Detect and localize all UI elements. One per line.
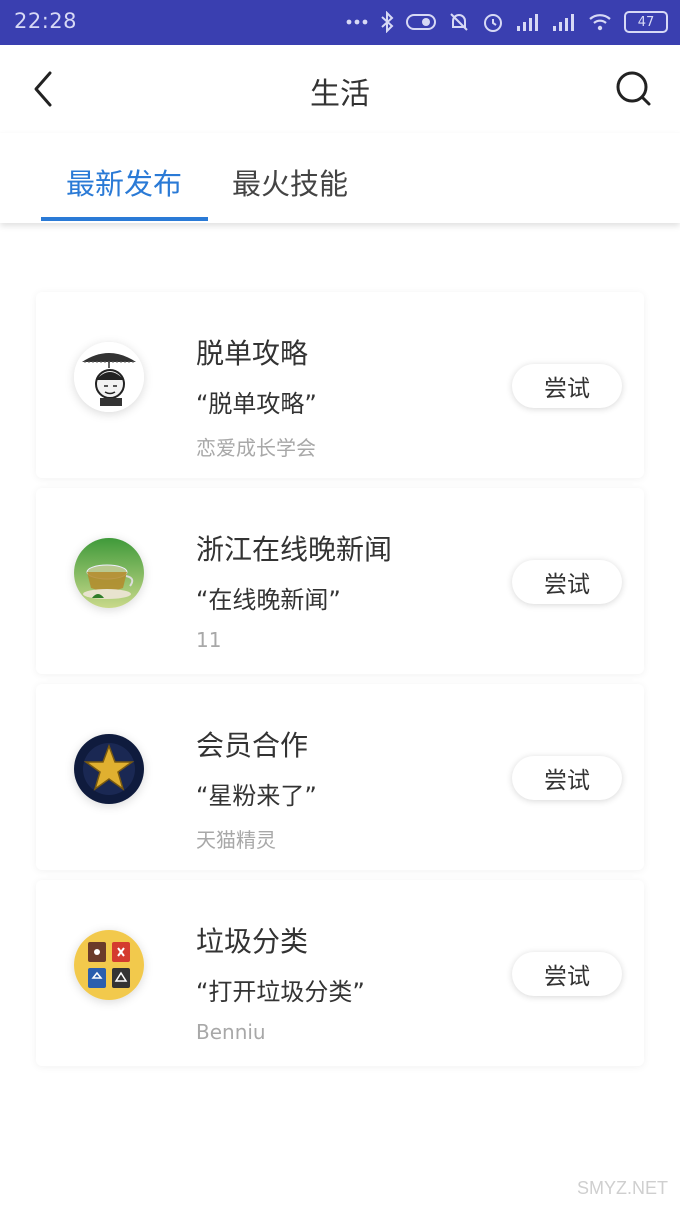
tab-latest[interactable]: 最新发布 (66, 161, 182, 203)
list-item[interactable]: 会员合作 “星粉来了” 天猫精灵 尝试 (36, 684, 644, 870)
meme-face-icon (74, 342, 144, 412)
skill-avatar (74, 538, 144, 608)
skill-author: Benniu (196, 1020, 266, 1044)
skill-phrase: “在线晚新闻” (196, 586, 341, 614)
status-bar: 22:28 47 (0, 0, 680, 45)
skill-title: 垃圾分类 (196, 925, 309, 958)
toggle-icon (406, 13, 436, 31)
trash-bins-icon (74, 930, 144, 1000)
try-button[interactable]: 尝试 (512, 756, 622, 800)
skill-author: 11 (196, 628, 222, 652)
tab-hottest[interactable]: 最火技能 (232, 161, 348, 203)
active-tab-indicator (41, 217, 208, 221)
search-icon (616, 71, 651, 106)
skill-phrase: “脱单攻略” (196, 390, 317, 418)
skill-avatar (74, 342, 144, 412)
skill-avatar (74, 734, 144, 804)
skill-title: 脱单攻略 (196, 337, 309, 370)
skill-author: 恋爱成长学会 (196, 436, 316, 460)
skill-phrase: “星粉来了” (196, 782, 317, 810)
skill-author: 天猫精灵 (196, 828, 276, 852)
skill-title: 浙江在线晚新闻 (196, 533, 393, 566)
skill-avatar (74, 930, 144, 1000)
skill-title: 会员合作 (196, 729, 309, 762)
star-icon (74, 734, 144, 804)
signal-icon-2 (552, 12, 576, 32)
try-button[interactable]: 尝试 (512, 952, 622, 996)
skill-phrase: “打开垃圾分类” (196, 978, 365, 1006)
tab-bar: 最新发布 最火技能 (0, 133, 680, 223)
alarm-icon (482, 11, 504, 33)
top-bar: 生活 (0, 45, 680, 133)
try-button[interactable]: 尝试 (512, 364, 622, 408)
list-item[interactable]: 脱单攻略 “脱单攻略” 恋爱成长学会 尝试 (36, 292, 644, 478)
watermark: SMYZ.NET (576, 1178, 668, 1198)
signal-icon (516, 12, 540, 32)
page-title: 生活 (310, 77, 370, 112)
tea-cup-icon (74, 538, 144, 608)
status-time: 22:28 (14, 9, 78, 33)
mute-bell-icon (448, 11, 470, 33)
wifi-icon (588, 12, 612, 32)
try-button[interactable]: 尝试 (512, 560, 622, 604)
status-icons: 47 (346, 8, 668, 36)
bluetooth-icon (380, 11, 394, 33)
search-button[interactable] (612, 65, 656, 113)
battery-icon: 47 (624, 11, 668, 33)
list-item[interactable]: 垃圾分类 “打开垃圾分类” Benniu 尝试 (36, 880, 644, 1066)
list-item[interactable]: 浙江在线晚新闻 “在线晚新闻” 11 尝试 (36, 488, 644, 674)
more-dots-icon (346, 18, 368, 26)
